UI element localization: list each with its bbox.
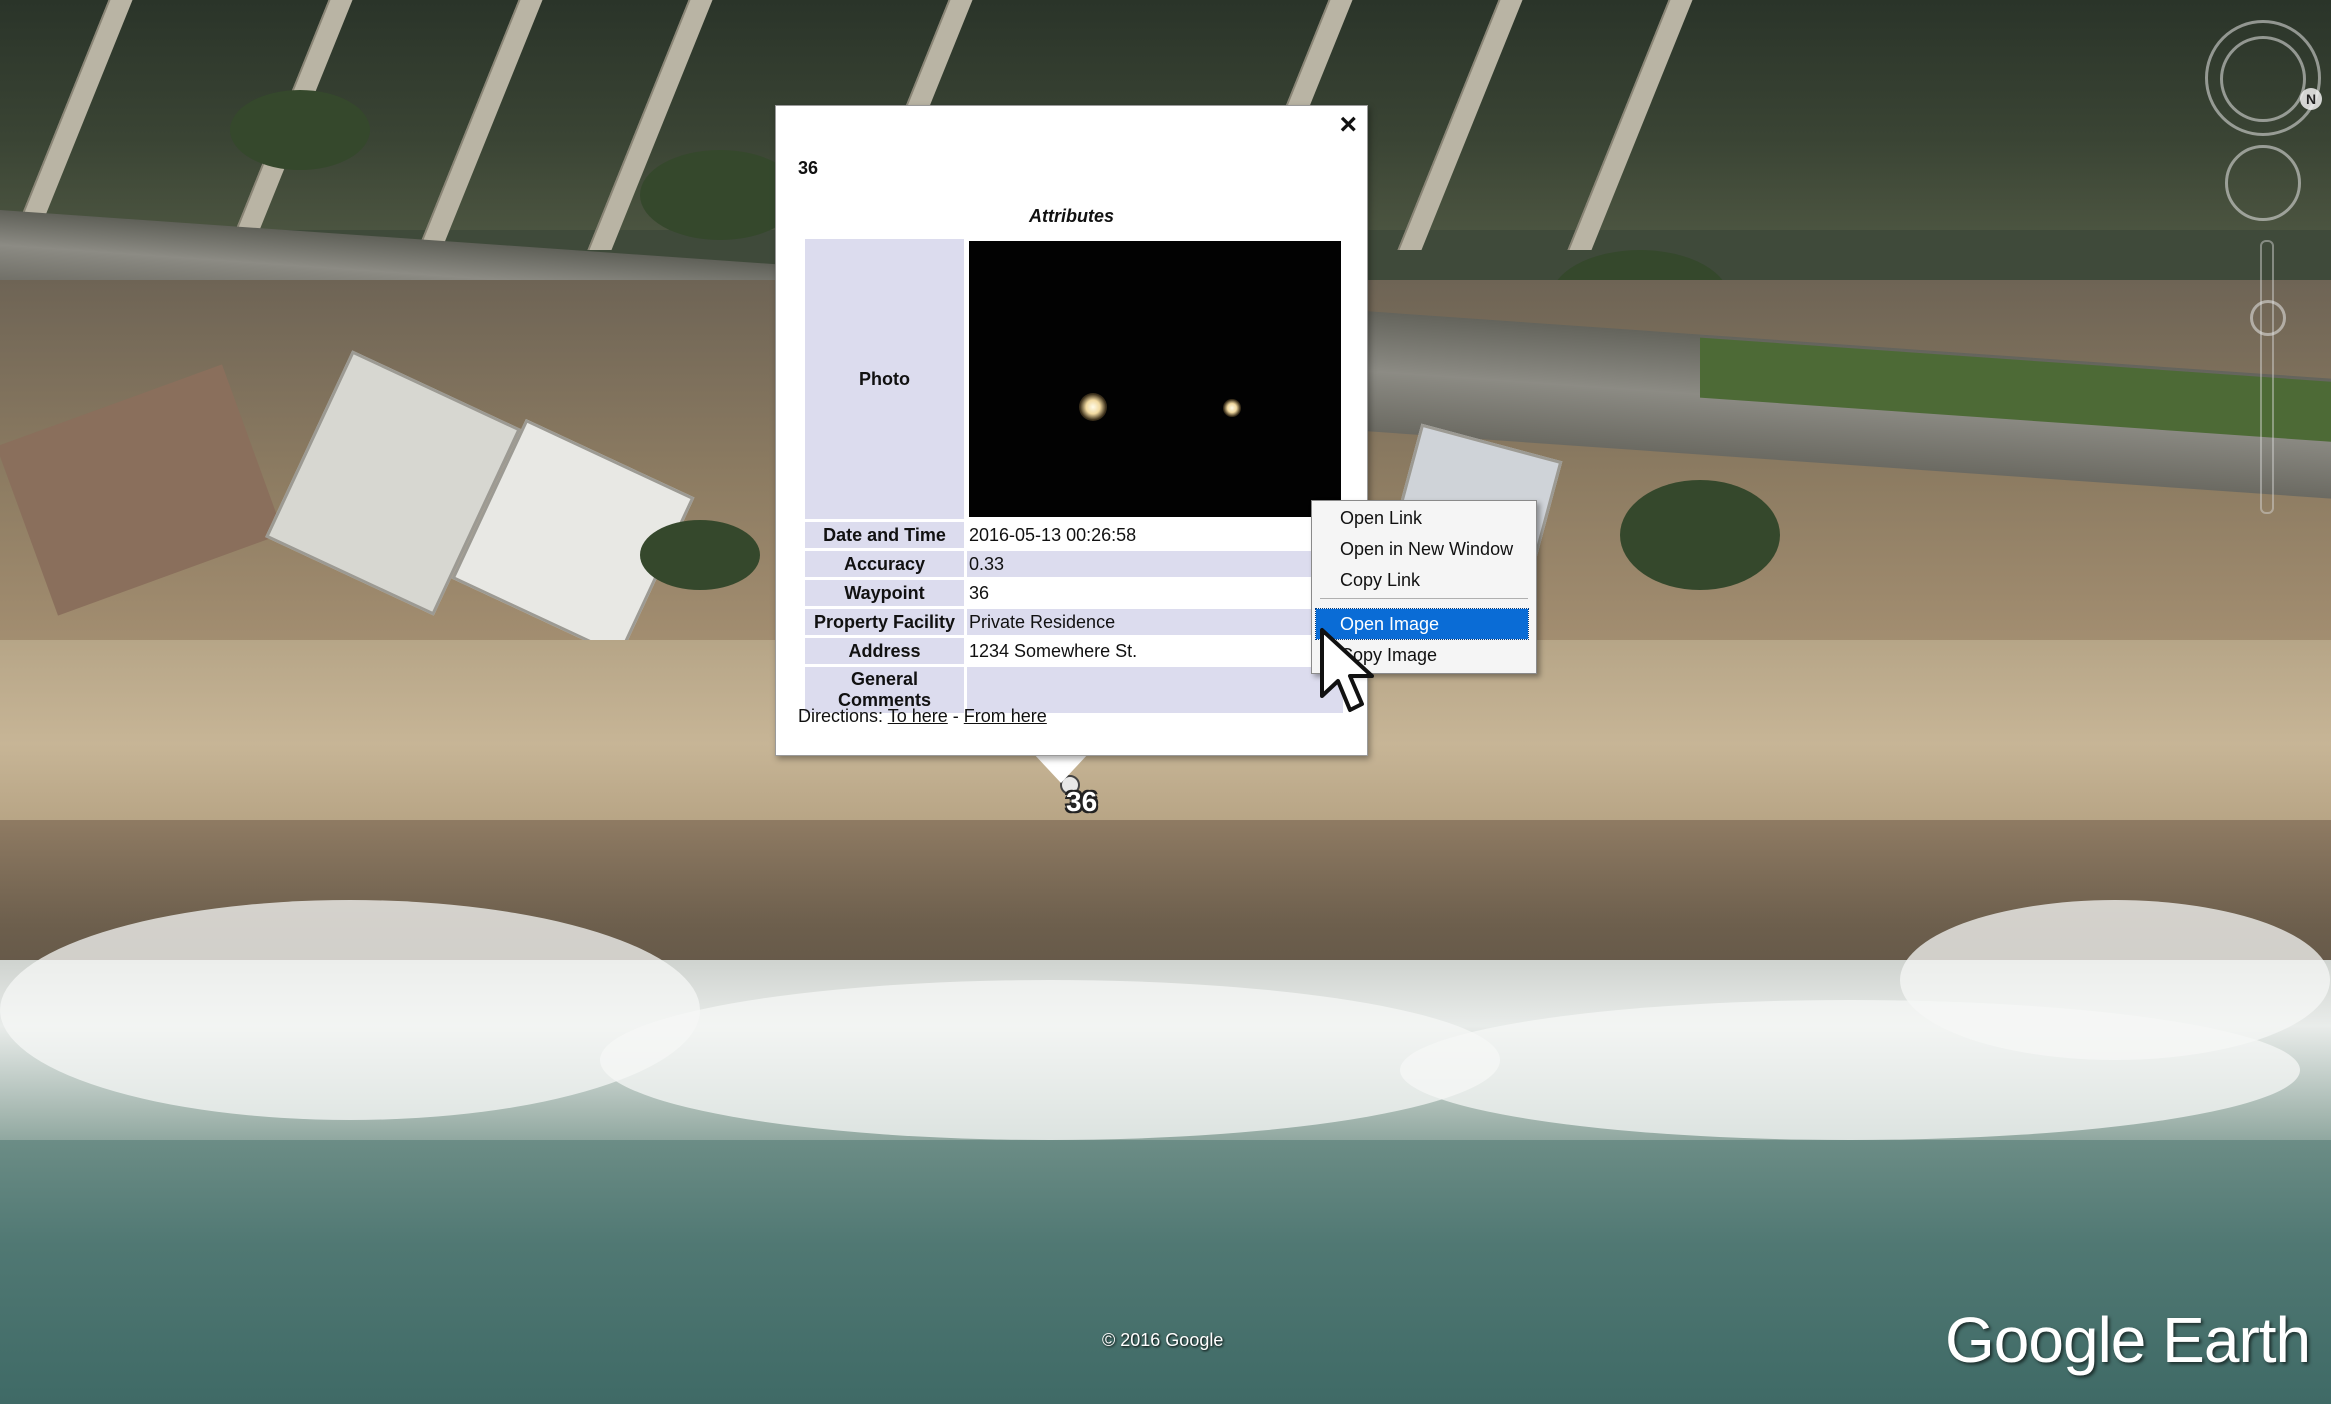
north-indicator[interactable]: N <box>2300 88 2322 110</box>
info-balloon: × 36 Attributes Photo Date and Time 2016… <box>775 105 1368 756</box>
balloon-title: 36 <box>798 158 819 178</box>
table-row: Date and Time 2016-05-13 00:26:58 <box>805 522 1343 548</box>
attributes-heading: Attributes <box>1029 206 1114 226</box>
photo-light <box>1079 393 1107 421</box>
attr-value: Private Residence <box>967 609 1343 635</box>
menu-item-open-link[interactable]: Open Link <box>1316 503 1528 533</box>
tree <box>230 90 370 170</box>
photo-image[interactable] <box>969 241 1341 517</box>
table-row: Address 1234 Somewhere St. <box>805 638 1343 664</box>
zoom-slider[interactable] <box>2260 240 2274 514</box>
table-row: Waypoint 36 <box>805 580 1343 606</box>
attr-value-photo <box>967 239 1343 519</box>
mouse-pointer-icon <box>1320 628 1374 712</box>
attr-key: Waypoint <box>805 580 964 606</box>
balloon-pointer <box>1033 753 1089 783</box>
table-row: Accuracy 0.33 <box>805 551 1343 577</box>
photo-light <box>1223 399 1241 417</box>
look-joystick-inner[interactable] <box>2220 36 2306 122</box>
attr-key: Property Facility <box>805 609 964 635</box>
close-icon[interactable]: × <box>1339 110 1357 140</box>
google-earth-logo: Google Earth <box>1945 1304 2311 1376</box>
menu-item-open-in-new-window[interactable]: Open in New Window <box>1316 534 1528 564</box>
menu-item-copy-link[interactable]: Copy Link <box>1316 565 1528 595</box>
zoom-slider-handle[interactable] <box>2250 300 2286 336</box>
attr-value: 36 <box>969 582 990 603</box>
attr-key: Address <box>805 638 964 664</box>
attr-key: Accuracy <box>805 551 964 577</box>
move-joystick[interactable] <box>2225 145 2301 221</box>
directions-separator: - <box>947 706 964 726</box>
attributes-table: Photo Date and Time 2016-05-13 00:26:58 … <box>802 236 1346 716</box>
to-here-link[interactable]: To here <box>888 706 948 726</box>
attr-key: Date and Time <box>805 522 964 548</box>
wave-foam <box>1900 900 2330 1060</box>
menu-separator <box>1320 598 1528 599</box>
wave-foam <box>600 980 1500 1140</box>
placemark-label[interactable]: 36 <box>1066 786 1097 818</box>
table-row: Photo <box>805 239 1343 519</box>
table-row: Property Facility Private Residence <box>805 609 1343 635</box>
copyright-notice: © 2016 Google <box>1102 1330 1224 1350</box>
attr-key: Photo <box>805 239 964 519</box>
attr-value: 2016-05-13 00:26:58 <box>969 524 1137 545</box>
from-here-link[interactable]: From here <box>964 706 1047 726</box>
tree <box>640 520 760 590</box>
attr-value: 0.33 <box>967 551 1343 577</box>
attr-value: 1234 Somewhere St. <box>969 640 1138 661</box>
tree <box>1620 480 1780 590</box>
directions: Directions: To here - From here <box>798 706 1047 727</box>
wave-foam <box>0 900 700 1120</box>
directions-label: Directions: <box>798 706 884 726</box>
